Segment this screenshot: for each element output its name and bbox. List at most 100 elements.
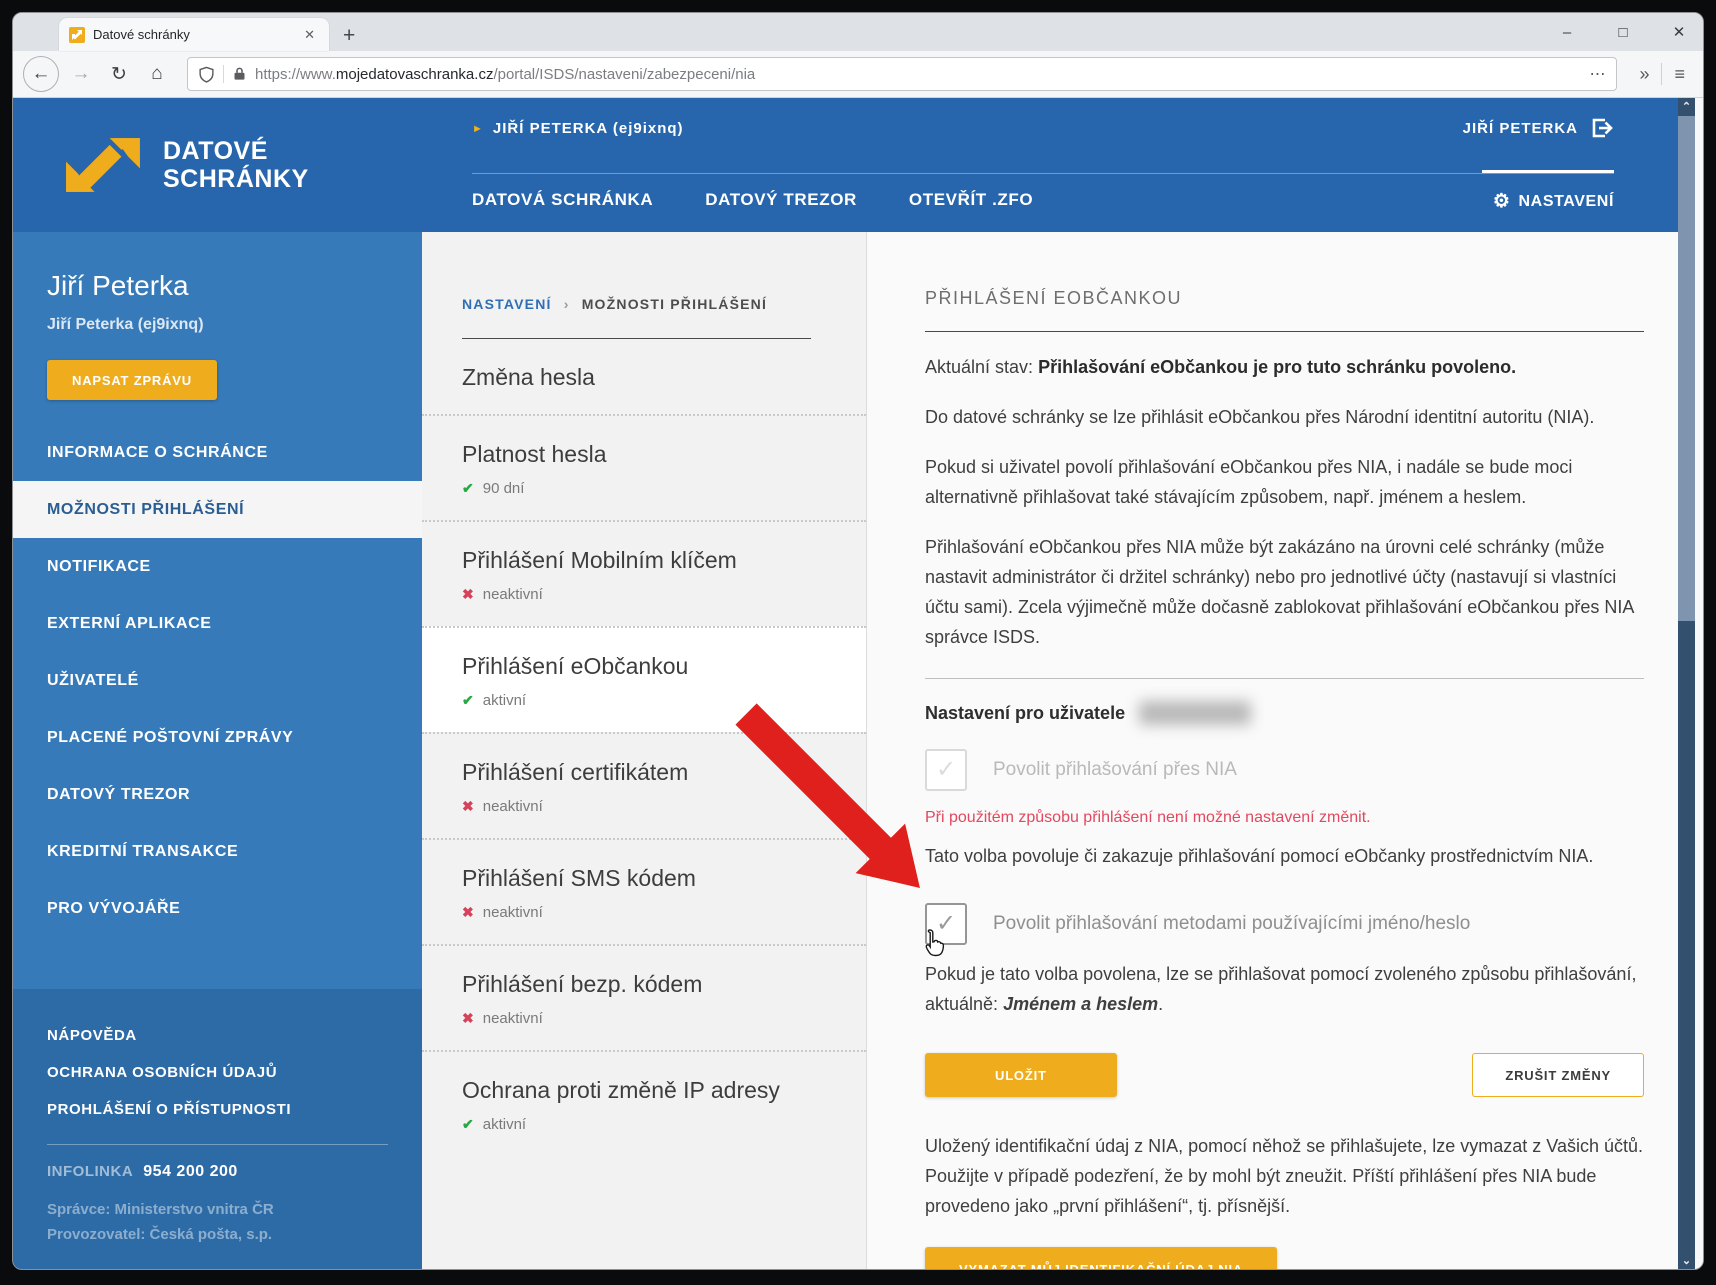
sidebar-item-pro-vyvojare[interactable]: PRO VÝVOJÁŘE — [13, 880, 422, 937]
sidebar-item-placene-postovni-zpravy[interactable]: PLACENÉ POŠTOVNÍ ZPRÁVY — [13, 709, 422, 766]
url-text[interactable]: https://www.mojedatovaschranka.cz/portal… — [255, 66, 1575, 83]
save-button[interactable]: ULOŽIT — [925, 1053, 1117, 1097]
tab-close-icon[interactable]: ✕ — [300, 27, 319, 43]
url-scheme: https://www. — [255, 65, 336, 83]
list-item-zmena-hesla[interactable]: Změna hesla — [422, 339, 866, 414]
window-maximize-button[interactable]: □ — [1615, 24, 1631, 41]
check-icon: ✔ — [462, 692, 474, 708]
detail-title: PŘIHLÁŠENÍ EOBČANKOU — [925, 288, 1183, 308]
forward-button[interactable]: → — [65, 58, 97, 90]
detail-panel: PŘIHLÁŠENÍ EOBČANKOU Aktuální stav: Přih… — [866, 232, 1678, 1269]
sidebar-item-informace-o-schrance[interactable]: INFORMACE O SCHRÁNCE — [13, 424, 422, 481]
nav-otevrit-zfo[interactable]: OTEVŘÍT .ZFO — [909, 190, 1033, 210]
checkmark-icon: ✓ — [935, 756, 957, 783]
checkbox-row-password: ✓ Povolit přihlašování metodami používaj… — [925, 903, 1644, 945]
browser-toolbar: ← → ↻ ⌂ https://www.mojedatovaschranka.c… — [13, 51, 1703, 98]
sidebar-item-kreditni-transakce[interactable]: KREDITNÍ TRANSAKCE — [13, 823, 422, 880]
sidebar-item-externi-aplikace[interactable]: EXTERNÍ APLIKACE — [13, 595, 422, 652]
current-state-text: Aktuální stav: Přihlašování eObčankou je… — [925, 357, 1517, 377]
sidebar-item-notifikace[interactable]: NOTIFIKACE — [13, 538, 422, 595]
checkbox-nia-disabled[interactable]: ✓ — [925, 749, 967, 791]
window-close-button[interactable]: ✕ — [1671, 23, 1687, 41]
site-logo[interactable]: DATOVÉ SCHRÁNKY — [13, 98, 470, 232]
url-path: /portal/ISDS/nastaveni/zabezpeceni/nia — [493, 65, 756, 83]
check-icon: ✔ — [462, 1116, 474, 1132]
list-item-sms-kod[interactable]: Přihlášení SMS kódem ✖ neaktivní — [422, 838, 866, 944]
nav-nastaveni[interactable]: ⚙ NASTAVENÍ — [1493, 190, 1614, 213]
section-divider — [925, 678, 1644, 679]
checkbox-nia-label: Povolit přihlašování přes NIA — [993, 759, 1237, 780]
cancel-changes-button[interactable]: ZRUŠIT ZMĚNY — [1472, 1053, 1644, 1097]
sidebar-footer: NÁPOVĚDA OCHRANA OSOBNÍCH ÚDAJŮ PROHLÁŠE… — [13, 989, 422, 1269]
page-scrollbar[interactable]: ⌃ ⌄ — [1678, 98, 1695, 1269]
toolbar-separator — [1661, 63, 1663, 85]
footer-link-ochrana-udaju[interactable]: OCHRANA OSOBNÍCH ÚDAJŮ — [47, 1054, 388, 1091]
delete-nia-id-button[interactable]: VYMAZAT MŮJ IDENTIFIKAČNÍ ÚDAJ NIA — [925, 1247, 1278, 1269]
site-header: DATOVÉ SCHRÁNKY ► JIŘÍ PETERKA (ej9ixnq)… — [13, 98, 1678, 232]
sidebar-menu: INFORMACE O SCHRÁNCE MOŽNOSTI PŘIHLÁŠENÍ… — [13, 424, 422, 989]
gear-icon: ⚙ — [1492, 191, 1511, 212]
url-bar[interactable]: https://www.mojedatovaschranka.cz/portal… — [187, 57, 1618, 91]
page-actions-icon[interactable]: ⋯ — [1589, 64, 1606, 84]
datovky-logo-icon — [66, 138, 140, 192]
new-tab-button[interactable]: + — [343, 21, 355, 51]
header-nav: DATOVÁ SCHRÁNKA DATOVÝ TREZOR OTEVŘÍT .Z… — [472, 190, 1033, 210]
sidebar: Jiří Peterka Jiří Peterka (ej9ixnq) NAPS… — [13, 232, 422, 1269]
footer-link-pristupnost[interactable]: PROHLÁŠENÍ O PŘÍSTUPNOSTI — [47, 1091, 388, 1128]
cross-icon: ✖ — [462, 904, 474, 920]
nav-datova-schranka[interactable]: DATOVÁ SCHRÁNKA — [472, 190, 653, 210]
home-button[interactable]: ⌂ — [141, 58, 173, 90]
infoline-number: 954 200 200 — [143, 1163, 238, 1180]
logout-icon — [1592, 118, 1613, 138]
cross-icon: ✖ — [462, 798, 474, 814]
browser-titlebar: Datové schránky ✕ + – □ ✕ — [13, 13, 1703, 51]
scrollbar-up-icon[interactable]: ⌃ — [1678, 100, 1695, 113]
header-divider — [472, 173, 1614, 174]
reload-button[interactable]: ↻ — [103, 58, 135, 90]
nav-datovy-trezor[interactable]: DATOVÝ TREZOR — [705, 190, 857, 210]
footer-note: Správce: Ministerstvo vnitra ČR Provozov… — [47, 1201, 274, 1243]
nia-checkbox-description: Tato volba povoluje či zakazuje přihlašo… — [925, 846, 1594, 866]
list-item-mobilni-klic[interactable]: Přihlášení Mobilním klíčem ✖ neaktivní — [422, 520, 866, 626]
check-icon: ✔ — [462, 480, 474, 496]
sidebar-item-uzivatele[interactable]: UŽIVATELÉ — [13, 652, 422, 709]
sidebar-item-datovy-trezor[interactable]: DATOVÝ TREZOR — [13, 766, 422, 823]
list-item-certifikat[interactable]: Přihlášení certifikátem ✖ neaktivní — [422, 732, 866, 838]
tab-title: Datové schránky — [93, 27, 190, 42]
tab-favicon-datovky-icon — [69, 26, 85, 43]
tracking-shield-icon[interactable] — [198, 66, 215, 83]
detail-title-rule — [925, 331, 1644, 332]
paragraph-alternative-login: Pokud si uživatel povolí přihlašování eO… — [925, 457, 1573, 507]
checkbox-password-methods[interactable]: ✓ — [925, 903, 967, 945]
checkbox-password-label: Povolit přihlašování metodami používajíc… — [993, 913, 1471, 934]
back-button[interactable]: ← — [23, 56, 59, 92]
site-logo-text: DATOVÉ SCHRÁNKY — [163, 137, 309, 193]
hamburger-menu-icon[interactable]: ≡ — [1674, 64, 1685, 85]
window-minimize-button[interactable]: – — [1559, 24, 1575, 41]
compose-message-button[interactable]: NAPSAT ZPRÁVU — [47, 360, 217, 400]
session-active-underline — [1482, 170, 1614, 173]
window-edge — [1695, 98, 1703, 1269]
url-domain: mojedatovaschranka.cz — [335, 65, 494, 83]
scrollbar-thumb[interactable] — [1678, 116, 1695, 621]
breadcrumb-link-nastaveni[interactable]: NASTAVENÍ — [462, 296, 552, 312]
paragraph-nia-restrictions: Přihlašování eObčankou přes NIA může být… — [925, 537, 1634, 647]
overflow-chevrons-icon[interactable]: » — [1639, 64, 1649, 85]
scrollbar-down-icon[interactable]: ⌄ — [1678, 1254, 1695, 1267]
delete-nia-id-info: Uložený identifikační údaj z NIA, pomocí… — [925, 1136, 1644, 1216]
lock-icon — [234, 67, 245, 80]
session-user-button[interactable]: JIŘÍ PETERKA — [1463, 116, 1614, 140]
browser-tab[interactable]: Datové schránky ✕ — [59, 18, 329, 51]
list-item-ip-ochrana[interactable]: Ochrana proti změně IP adresy ✔ aktivní — [422, 1050, 866, 1156]
sidebar-account-id: Jiří Peterka (ej9ixnq) — [47, 316, 204, 333]
active-mailbox-label[interactable]: ► JIŘÍ PETERKA (ej9ixnq) — [472, 120, 684, 137]
browser-window: Datové schránky ✕ + – □ ✕ ← → ↻ ⌂ https:… — [12, 12, 1704, 1270]
footer-divider — [47, 1144, 388, 1145]
sidebar-item-moznosti-prihlaseni[interactable]: MOŽNOSTI PŘIHLÁŠENÍ — [13, 481, 422, 538]
footer-link-napoveda[interactable]: NÁPOVĚDA — [47, 1017, 388, 1054]
list-item-eobcanka-selected[interactable]: Přihlášení eObčankou ✔ aktivní — [422, 626, 866, 732]
list-item-bezp-kod[interactable]: Přihlášení bezp. kódem ✖ neaktivní — [422, 944, 866, 1050]
list-item-platnost-hesla[interactable]: Platnost hesla ✔ 90 dní — [422, 414, 866, 520]
checkmark-icon: ✓ — [935, 910, 957, 937]
checkbox-row-nia: ✓ Povolit přihlašování přes NIA — [925, 749, 1644, 791]
